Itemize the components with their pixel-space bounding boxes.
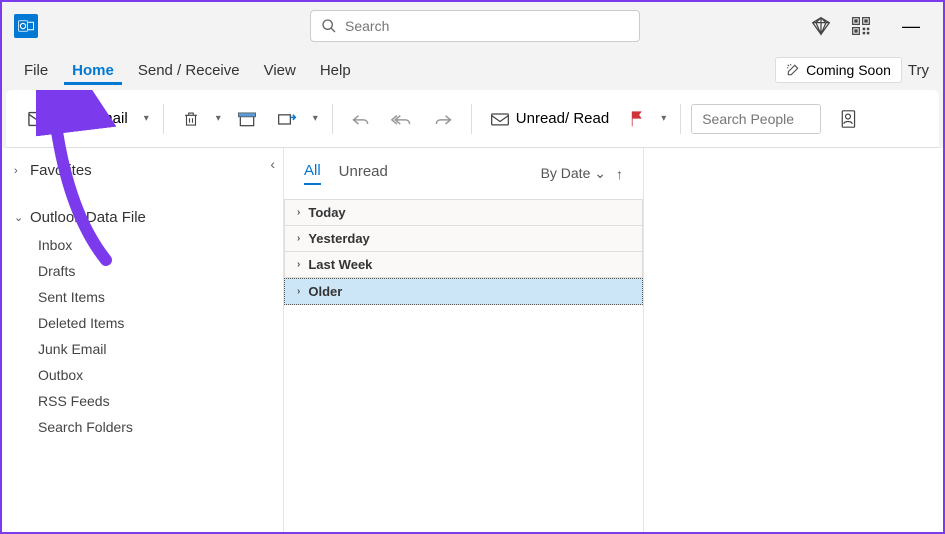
folder-list: Inbox Drafts Sent Items Deleted Items Ju… (2, 232, 283, 440)
message-list-header: All Unread By Date ⌄ ↑ (284, 162, 643, 193)
new-email-dropdown[interactable]: ▾ (140, 109, 153, 128)
global-search[interactable] (310, 10, 640, 42)
wand-icon (786, 63, 800, 77)
title-bar: — (2, 2, 943, 50)
chevron-right-icon: › (297, 207, 300, 218)
archive-icon (237, 110, 257, 128)
qr-icon[interactable] (851, 16, 871, 36)
filter-all[interactable]: All (304, 162, 321, 185)
delete-button[interactable] (174, 105, 208, 133)
forward-button[interactable] (425, 106, 461, 132)
chevron-right-icon: › (14, 165, 26, 177)
try-label[interactable]: Try (908, 62, 929, 79)
address-book-button[interactable] (831, 105, 865, 133)
archive-button[interactable] (229, 106, 265, 132)
delete-dropdown[interactable]: ▾ (212, 109, 225, 128)
folder-outbox[interactable]: Outbox (30, 362, 283, 388)
reply-button[interactable] (343, 106, 379, 132)
unread-read-button[interactable]: Unread/ Read (482, 106, 617, 131)
chevron-right-icon: › (297, 286, 300, 297)
move-button[interactable] (269, 106, 305, 132)
reply-all-icon (391, 110, 413, 128)
outlook-logo (14, 14, 38, 38)
group-last-week[interactable]: ›Last Week (284, 252, 643, 278)
flag-dropdown[interactable]: ▾ (657, 109, 670, 128)
coming-soon-badge[interactable]: Coming Soon (775, 57, 902, 83)
message-list-pane: All Unread By Date ⌄ ↑ ›Today ›Yesterday… (284, 148, 644, 532)
data-file-group[interactable]: ⌄ Outlook Data File (2, 203, 283, 232)
flag-icon (629, 110, 645, 128)
chevron-down-icon: ⌄ (594, 165, 606, 181)
address-book-icon (839, 109, 857, 129)
envelope-icon (490, 111, 510, 127)
group-yesterday[interactable]: ›Yesterday (284, 226, 643, 252)
flag-button[interactable] (621, 106, 653, 132)
move-dropdown[interactable]: ▾ (309, 109, 322, 128)
chevron-down-icon: ⌄ (14, 211, 26, 224)
premium-icon[interactable] (811, 16, 831, 36)
forward-icon (433, 110, 453, 128)
trash-icon (182, 109, 200, 129)
tab-help[interactable]: Help (312, 56, 359, 85)
tab-view[interactable]: View (256, 56, 304, 85)
reply-all-button[interactable] (383, 106, 421, 132)
folder-deleted[interactable]: Deleted Items (30, 310, 283, 336)
folder-search[interactable]: Search Folders (30, 414, 283, 440)
new-email-icon (28, 109, 50, 129)
folder-inbox[interactable]: Inbox (30, 232, 283, 258)
folder-pane: ‹ › Favorites ⌄ Outlook Data File Inbox … (2, 148, 284, 532)
date-groups: ›Today ›Yesterday ›Last Week ›Older (284, 199, 643, 305)
main-area: ‹ › Favorites ⌄ Outlook Data File Inbox … (2, 148, 943, 532)
favorites-group[interactable]: › Favorites (2, 156, 283, 185)
chevron-right-icon: › (297, 233, 300, 244)
group-today[interactable]: ›Today (284, 199, 643, 226)
group-older[interactable]: ›Older (284, 278, 643, 305)
sort-direction-button[interactable]: ↑ (616, 166, 623, 182)
folder-rss[interactable]: RSS Feeds (30, 388, 283, 414)
folder-drafts[interactable]: Drafts (30, 258, 283, 284)
search-people-input[interactable] (691, 104, 821, 134)
ribbon: New Email ▾ ▾ ▾ Unread/ Read ▾ (6, 90, 939, 148)
folder-sent[interactable]: Sent Items (30, 284, 283, 310)
new-email-button[interactable]: New Email (20, 105, 136, 133)
reply-icon (351, 110, 371, 128)
minimize-button[interactable]: — (891, 11, 931, 41)
sort-by-date[interactable]: By Date ⌄ (541, 165, 606, 182)
reading-pane (644, 148, 943, 532)
collapse-sidebar-button[interactable]: ‹ (270, 156, 275, 172)
folder-junk[interactable]: Junk Email (30, 336, 283, 362)
search-icon (321, 18, 337, 34)
tab-file[interactable]: File (16, 56, 56, 85)
move-icon (277, 110, 297, 128)
chevron-right-icon: › (297, 259, 300, 270)
tab-send-receive[interactable]: Send / Receive (130, 56, 248, 85)
search-input[interactable] (345, 18, 629, 34)
menu-bar: File Home Send / Receive View Help Comin… (2, 50, 943, 90)
filter-unread[interactable]: Unread (339, 163, 388, 184)
tab-home[interactable]: Home (64, 56, 122, 85)
